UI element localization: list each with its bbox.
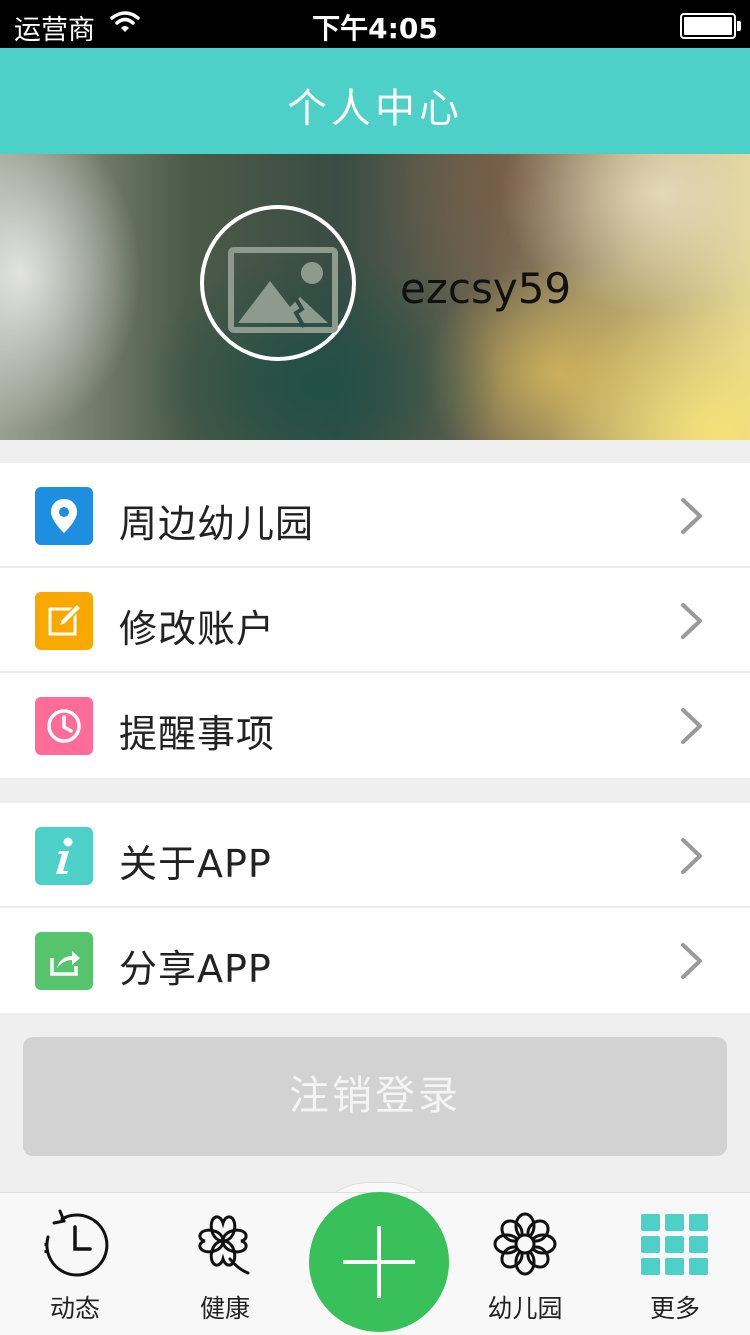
flower-icon — [493, 1212, 557, 1276]
profile-banner: ezcsy59 — [0, 154, 750, 440]
add-button[interactable] — [309, 1192, 449, 1332]
menu-group-secondary: 关于APP 分享APP — [0, 803, 750, 1013]
menu-item-reminders[interactable]: 提醒事项 — [0, 673, 750, 778]
location-pin-icon — [35, 487, 93, 545]
tab-kindergarten[interactable]: 幼儿园 — [450, 1193, 600, 1335]
menu-item-label: 周边幼儿园 — [119, 502, 315, 546]
menu-item-label: 分享APP — [119, 947, 272, 991]
chevron-right-icon — [681, 838, 702, 874]
logout-button[interactable]: 注销登录 — [23, 1037, 727, 1156]
tab-more[interactable]: 更多 — [600, 1193, 750, 1335]
tab-label: 健康 — [199, 1294, 250, 1323]
share-icon — [35, 932, 93, 990]
nav-bar: 个人中心 — [0, 48, 750, 154]
menu-item-label: 修改账户 — [119, 607, 276, 651]
menu-item-label: 关于APP — [119, 842, 272, 886]
menu-item-nearby-kindergarten[interactable]: 周边幼儿园 — [0, 463, 750, 568]
username: ezcsy59 — [400, 264, 572, 313]
avatar[interactable] — [200, 205, 356, 361]
menu-item-edit-account[interactable]: 修改账户 — [0, 568, 750, 673]
chevron-right-icon — [681, 498, 702, 534]
menu-item-about-app[interactable]: 关于APP — [0, 803, 750, 908]
tab-label: 更多 — [649, 1294, 700, 1323]
clock-icon — [35, 697, 93, 755]
menu-item-label: 提醒事项 — [119, 712, 276, 756]
battery-icon — [680, 13, 741, 39]
status-bar: 运营商 下午4:05 — [0, 0, 750, 48]
tab-health[interactable]: 健康 — [150, 1193, 300, 1335]
menu-item-share-app[interactable]: 分享APP — [0, 908, 750, 1013]
tab-label: 幼儿园 — [487, 1294, 563, 1323]
status-time: 下午4:05 — [312, 12, 438, 45]
tab-label: 动态 — [49, 1294, 100, 1323]
grid-icon — [641, 1214, 708, 1275]
chevron-right-icon — [681, 943, 702, 979]
info-icon — [35, 827, 93, 885]
image-placeholder-icon — [228, 247, 338, 333]
history-icon — [44, 1209, 109, 1277]
clover-icon — [198, 1215, 250, 1275]
edit-icon — [35, 592, 93, 650]
page-title: 个人中心 — [287, 86, 463, 132]
menu-group-primary: 周边幼儿园 修改账户 提醒事项 — [0, 463, 750, 778]
chevron-right-icon — [681, 603, 702, 639]
tab-activity[interactable]: 动态 — [0, 1193, 150, 1335]
plus-icon — [343, 1226, 415, 1298]
chevron-right-icon — [681, 708, 702, 744]
